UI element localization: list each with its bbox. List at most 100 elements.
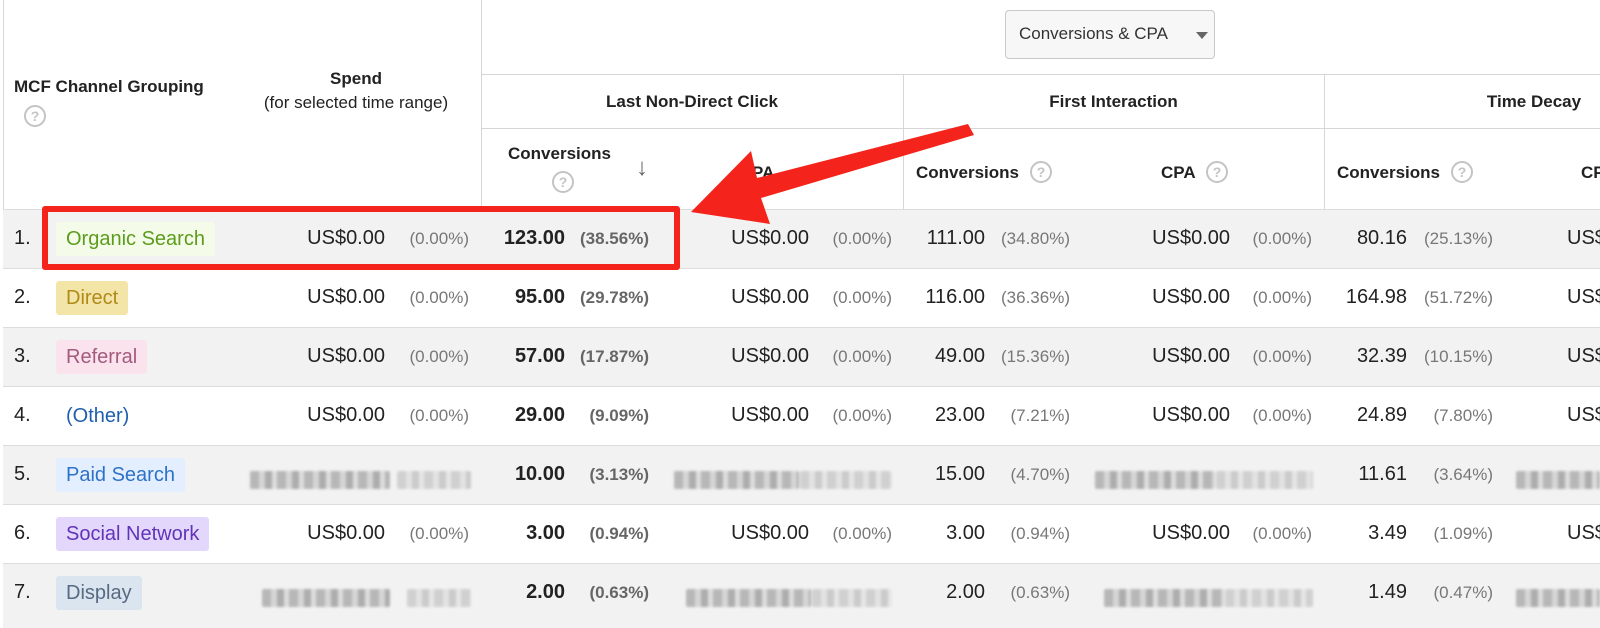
spend-value: US$0.00 — [307, 286, 385, 308]
fi-conversions-percent: (36.36%) — [1001, 288, 1070, 307]
td-conversions-percent: (3.64%) — [1433, 465, 1493, 484]
fi-cpa-percent: (0.00%) — [1252, 347, 1312, 366]
fi-cpa-value: US$0.00 — [1152, 522, 1230, 544]
fi-conversions-value: 23.00 — [934, 404, 985, 426]
channel-chip-social-network[interactable]: Social Network — [56, 517, 210, 551]
lndc-conversions-percent: (3.13%) — [589, 465, 649, 484]
row-rank: 7. — [14, 581, 31, 603]
sort-descending-arrow-icon[interactable]: ↓ — [636, 154, 648, 182]
lndc-cpa-percent: (0.00%) — [832, 406, 892, 425]
fi-cpa-value: US$0.00 — [1152, 227, 1230, 249]
help-circle-icon[interactable]: ? — [552, 171, 574, 193]
lndc-cpa-percent: (0.00%) — [832, 288, 892, 307]
group-first-interaction: First Interaction — [1049, 92, 1178, 111]
lndc-conversions-value: 10.00 — [514, 463, 565, 485]
lndc-cpa-header[interactable]: PA — [752, 163, 774, 183]
lndc-cpa-value: US$0.00 — [731, 286, 809, 308]
channel-grouping-header[interactable]: MCF Channel Grouping — [14, 77, 234, 97]
lndc-conversions-value: 2.00 — [526, 581, 565, 603]
lndc-cpa-percent: (0.00%) — [832, 347, 892, 366]
lndc-conversions-value: 57.00 — [514, 345, 565, 367]
lndc-conversions-header[interactable]: Conversions — [508, 144, 611, 164]
lndc-cpa-value: US$0.00 — [731, 522, 809, 544]
spend-percent: (0.00%) — [409, 406, 469, 425]
channel-chip-other[interactable]: (Other) — [56, 399, 139, 433]
fi-conversions-value: 111.00 — [926, 227, 985, 249]
redacted-spend — [262, 589, 390, 607]
fi-cpa-percent: (0.00%) — [1252, 524, 1312, 543]
channel-chip-display[interactable]: Display — [56, 576, 142, 610]
channel-chip-paid-search[interactable]: Paid Search — [56, 458, 185, 492]
spend-value: US$0.00 — [307, 345, 385, 367]
help-circle-icon[interactable]: ? — [24, 105, 46, 127]
fi-conversions-percent: (34.80%) — [1001, 229, 1070, 248]
row-rank: 3. — [14, 345, 31, 367]
redacted-td-cpa — [1516, 589, 1600, 607]
redacted-lndc-cpa-percent — [800, 471, 892, 489]
td-conversions-percent: (51.72%) — [1424, 288, 1493, 307]
redacted-fi-cpa — [1095, 471, 1215, 489]
fi-cpa-percent: (0.00%) — [1252, 229, 1312, 248]
fi-conversions-value: 3.00 — [946, 522, 985, 544]
td-conversions-value: 164.98 — [1345, 286, 1407, 308]
redacted-lndc-cpa — [674, 471, 799, 489]
fi-conversions-percent: (0.94%) — [1010, 524, 1070, 543]
redacted-spend — [250, 471, 390, 489]
fi-cpa-value: US$0.00 — [1152, 404, 1230, 426]
td-conversions-value: 1.49 — [1368, 581, 1407, 603]
caret-down-icon — [1196, 32, 1208, 39]
help-circle-icon[interactable]: ? — [1451, 161, 1473, 183]
redacted-lndc-cpa-percent — [812, 589, 892, 607]
td-conversions-value: 80.16 — [1356, 227, 1407, 249]
lndc-conversions-value: 95.00 — [514, 286, 565, 308]
td-cpa-header[interactable]: CP — [1581, 163, 1600, 183]
fi-conversions-percent: (4.70%) — [1010, 465, 1070, 484]
td-conversions-header[interactable]: Conversions — [1337, 163, 1440, 183]
fi-conversions-percent: (0.63%) — [1010, 583, 1070, 602]
td-conversions-value: 11.61 — [1358, 463, 1407, 485]
dropdown-label: Conversions & CPA — [1019, 24, 1168, 43]
redacted-fi-cpa-percent — [1225, 589, 1313, 607]
lndc-cpa-value: US$0.00 — [731, 227, 809, 249]
td-conversions-percent: (0.47%) — [1433, 583, 1493, 602]
fi-cpa-value: US$0.00 — [1152, 286, 1230, 308]
metric-group-dropdown[interactable]: Conversions & CPA — [1005, 10, 1215, 59]
td-cpa-value: US$ — [1567, 345, 1600, 367]
lndc-conversions-value: 29.00 — [514, 404, 565, 426]
lndc-cpa-percent: (0.00%) — [832, 524, 892, 543]
lndc-conversions-percent: (29.78%) — [580, 288, 649, 307]
td-conversions-value: 32.39 — [1356, 345, 1407, 367]
row-rank: 2. — [14, 286, 31, 308]
channel-chip-direct[interactable]: Direct — [56, 281, 129, 315]
td-cpa-value: US$ — [1567, 522, 1600, 544]
lndc-cpa-value: US$0.00 — [731, 345, 809, 367]
help-circle-icon[interactable]: ? — [1206, 161, 1228, 183]
redacted-lndc-cpa — [686, 589, 811, 607]
td-cpa-value: US$ — [1567, 286, 1600, 308]
help-circle-icon[interactable]: ? — [1030, 161, 1052, 183]
fi-conversions-percent: (7.21%) — [1010, 406, 1070, 425]
lndc-conversions-percent: (0.63%) — [589, 583, 649, 602]
lndc-conversions-percent: (0.94%) — [589, 524, 649, 543]
table-header: MCF Channel Grouping ? Spend (for select… — [0, 0, 1600, 628]
spend-percent: (0.00%) — [409, 347, 469, 366]
td-conversions-percent: (1.09%) — [1433, 524, 1493, 543]
lndc-conversions-percent: (9.09%) — [589, 406, 649, 425]
fi-conversions-value: 116.00 — [925, 286, 985, 308]
lndc-cpa-percent: (0.00%) — [832, 229, 892, 248]
fi-cpa-header[interactable]: CPA — [1161, 163, 1196, 183]
fi-conversions-percent: (15.36%) — [1001, 347, 1070, 366]
spend-percent: (0.00%) — [409, 524, 469, 543]
spend-header[interactable]: Spend — [300, 69, 412, 89]
row-rank: 1. — [14, 227, 31, 249]
channel-chip-referral[interactable]: Referral — [56, 340, 148, 374]
fi-cpa-percent: (0.00%) — [1252, 406, 1312, 425]
td-conversions-value: 24.89 — [1356, 404, 1407, 426]
td-conversions-percent: (7.80%) — [1433, 406, 1493, 425]
lndc-conversions-value: 3.00 — [526, 522, 565, 544]
fi-conversions-header[interactable]: Conversions — [916, 163, 1019, 183]
redacted-td-cpa — [1516, 471, 1600, 489]
spend-value: US$0.00 — [307, 522, 385, 544]
highlight-box — [42, 206, 680, 270]
td-conversions-percent: (10.15%) — [1424, 347, 1493, 366]
